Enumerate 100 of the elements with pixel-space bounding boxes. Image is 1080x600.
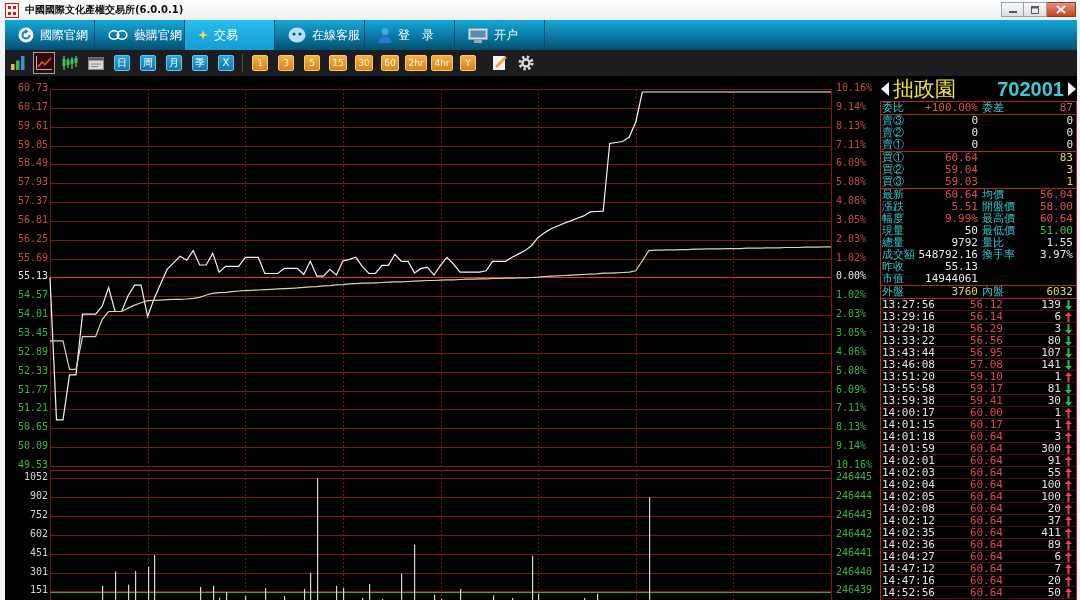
maximize-button[interactable] xyxy=(1024,2,1047,17)
axis-label: 60.17 xyxy=(17,100,48,112)
trade-time: 13:55:58 xyxy=(882,383,936,394)
trade-time: 14:52:56 xyxy=(882,587,936,598)
trade-time: 14:47:12 xyxy=(882,563,936,574)
axis-label: 246444 xyxy=(836,489,873,501)
quote-label: 委比 xyxy=(882,102,905,114)
quote-label: 最新 xyxy=(882,189,905,201)
period-button[interactable]: 季 xyxy=(192,55,208,71)
quote-value: 60.64 xyxy=(1038,213,1073,225)
quote-label: 昨收 xyxy=(882,261,905,273)
axis-label: 9.14% xyxy=(836,100,867,112)
close-button[interactable] xyxy=(1047,2,1076,17)
quote-value: 50 xyxy=(963,225,978,237)
ask-volume: 0 xyxy=(1065,115,1073,127)
bid-volume: 1 xyxy=(1065,176,1073,188)
window-title: 中國國際文化產權交易所(6.0.0.1) xyxy=(25,3,184,17)
trade-price: 60.64 xyxy=(968,527,1003,538)
caret-right-icon[interactable] xyxy=(1068,81,1076,96)
axis-label: 55.13 xyxy=(17,269,48,281)
trade-time: 13:27:56 xyxy=(882,299,936,310)
ask-label: 賣③ xyxy=(882,115,905,127)
trade-price: 59.41 xyxy=(968,395,1003,406)
bid-label: 買③ xyxy=(882,176,905,188)
axis-label: 54.57 xyxy=(17,288,48,300)
interval-button[interactable]: 30 xyxy=(355,55,373,71)
axis-label: 7.11% xyxy=(836,138,867,150)
axis-label: 60.73 xyxy=(17,81,48,93)
bid-price: 59.03 xyxy=(943,176,978,188)
chart-mode-button[interactable] xyxy=(33,52,55,74)
trade-price: 60.64 xyxy=(968,503,1003,514)
interval-button[interactable]: 15 xyxy=(329,55,347,71)
nav-tab[interactable]: 交易 xyxy=(185,20,275,50)
quote-label: 市值 xyxy=(882,273,905,285)
axis-label: 602 xyxy=(29,527,48,539)
mascot-icon xyxy=(288,27,306,43)
trade-volume: 1 xyxy=(1053,419,1061,430)
interval-button[interactable]: Y xyxy=(460,55,476,71)
interval-button[interactable]: 1 xyxy=(252,55,268,71)
quote-label: 總量 xyxy=(882,237,905,249)
axis-label: 246439 xyxy=(836,583,873,595)
axis-label: 5.08% xyxy=(836,364,867,376)
bid-label: 買② xyxy=(882,164,905,176)
quote-label: 最低價 xyxy=(981,225,1016,237)
settings-icon[interactable] xyxy=(518,55,534,71)
trade-time: 13:43:44 xyxy=(882,347,936,358)
trade-price: 60.17 xyxy=(968,419,1003,430)
trade-volume: 6 xyxy=(1053,311,1061,322)
trade-price: 60.64 xyxy=(968,575,1003,586)
axis-label: 246442 xyxy=(836,527,873,539)
quote-label: 開盤價 xyxy=(981,201,1016,213)
interval-button[interactable]: 4hr xyxy=(431,55,453,71)
ask-volume: 0 xyxy=(1065,127,1073,139)
axis-label: 4.06% xyxy=(836,194,867,206)
ask-price: 0 xyxy=(970,115,978,127)
trade-volume: 141 xyxy=(1040,359,1061,370)
ask-label: 賣① xyxy=(882,139,905,151)
trade-volume: 91 xyxy=(1046,455,1061,466)
axis-label: 1.02% xyxy=(836,288,867,300)
quote-label: 委差 xyxy=(981,102,1005,114)
interval-button[interactable]: 60 xyxy=(381,55,399,71)
axis-label: 51.77 xyxy=(17,383,48,395)
axis-label: 0.00% xyxy=(836,269,867,281)
trade-time: 14:01:59 xyxy=(882,443,936,454)
ask-price: 0 xyxy=(970,127,978,139)
axis-label: 10.16% xyxy=(836,458,873,470)
trade-volume: 1 xyxy=(1053,407,1061,418)
trade-time: 13:59:38 xyxy=(882,395,936,406)
interval-button[interactable]: 3 xyxy=(278,55,294,71)
minimize-button[interactable] xyxy=(1001,2,1024,17)
period-button[interactable]: 日 xyxy=(114,55,130,71)
edit-icon[interactable] xyxy=(492,55,508,71)
trade-time: 14:02:35 xyxy=(882,527,936,538)
trade-time: 13:33:22 xyxy=(882,335,936,346)
trade-time: 14:02:36 xyxy=(882,539,936,550)
axis-label: 7.11% xyxy=(836,401,867,413)
trade-volume: 100 xyxy=(1040,491,1061,502)
axis-label: 301 xyxy=(29,565,48,577)
trade-price: 60.64 xyxy=(968,515,1003,526)
trade-price: 60.64 xyxy=(968,491,1003,502)
trade-price: 59.17 xyxy=(968,383,1003,394)
trade-price: 56.56 xyxy=(968,335,1003,346)
axis-label: 9.14% xyxy=(836,439,867,451)
flow-value: 3760 xyxy=(950,286,978,298)
quote-value: 56.04 xyxy=(1038,189,1073,201)
period-button[interactable]: 月 xyxy=(166,55,182,71)
axis-label: 5.08% xyxy=(836,175,867,187)
bid-label: 買① xyxy=(882,152,905,164)
trade-volume: 7 xyxy=(1053,563,1061,574)
axis-label: 10.16% xyxy=(836,81,873,93)
axis-label: 246445 xyxy=(836,470,873,482)
caret-left-icon[interactable] xyxy=(881,81,889,96)
interval-button[interactable]: 5 xyxy=(304,55,320,71)
axis-label: 50.09 xyxy=(17,439,48,451)
axis-label: 59.05 xyxy=(17,138,48,150)
trade-price: 60.64 xyxy=(968,563,1003,574)
axis-label: 52.33 xyxy=(17,364,48,376)
period-button[interactable]: X xyxy=(218,55,234,71)
interval-button[interactable]: 2hr xyxy=(405,55,427,71)
period-button[interactable]: 周 xyxy=(140,55,156,71)
